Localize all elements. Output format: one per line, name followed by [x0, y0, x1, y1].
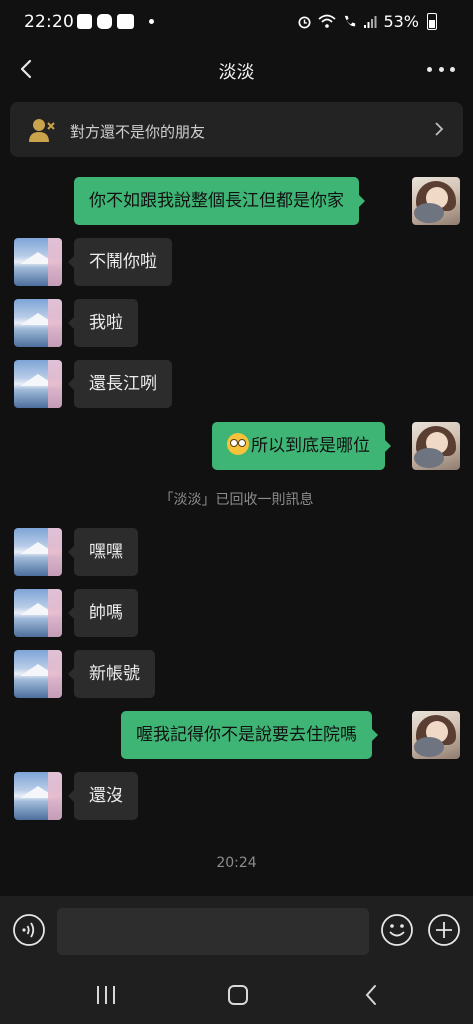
signal-icon [364, 15, 377, 28]
my-avatar[interactable] [412, 711, 460, 759]
chat-title: 淡淡 [218, 62, 255, 83]
message-bubble-incoming[interactable]: 還沒 [68, 772, 138, 820]
plus-icon[interactable] [427, 913, 461, 947]
recall-notice: 「淡淡」已回收一則訊息 [159, 492, 314, 508]
status-right: 53% [297, 12, 437, 31]
gallery-icon [77, 14, 92, 29]
status-time: 22:20 [24, 12, 74, 32]
system-back-icon[interactable] [358, 982, 386, 1008]
chevron-right-icon [435, 122, 444, 136]
contact-avatar[interactable] [14, 528, 62, 576]
contact-avatar[interactable] [14, 238, 62, 286]
alarm-icon [298, 16, 311, 29]
home-icon[interactable] [224, 982, 252, 1008]
more-notifications-dot-icon [149, 19, 154, 24]
add-contact-icon [29, 119, 55, 142]
contact-avatar[interactable] [14, 360, 62, 408]
status-bar: 22:20 53% [0, 0, 473, 46]
wifi-call-icon [345, 15, 356, 27]
message-bubble-outgoing[interactable]: 所以到底是哪位 [212, 422, 391, 470]
my-avatar[interactable] [412, 177, 460, 225]
not-friend-banner[interactable]: 對方還不是你的朋友 [10, 102, 463, 157]
contact-avatar[interactable] [14, 650, 62, 698]
my-avatar[interactable] [412, 422, 460, 470]
recent-apps-icon[interactable] [92, 982, 120, 1008]
contact-avatar[interactable] [14, 299, 62, 347]
contact-avatar[interactable] [14, 772, 62, 820]
battery-percent: 53% [383, 12, 419, 31]
wifi-icon [318, 14, 337, 28]
notification-icons [77, 14, 154, 29]
message-bubble-incoming[interactable]: 我啦 [68, 299, 138, 347]
input-bar [0, 896, 473, 970]
more-options-icon[interactable] [427, 56, 455, 82]
voice-input-icon[interactable] [12, 913, 46, 947]
message-input[interactable] [57, 908, 369, 955]
message-bubble-incoming[interactable]: 不鬧你啦 [68, 238, 172, 286]
message-bubble-outgoing[interactable]: 你不如跟我說整個長江但都是你家 [74, 177, 365, 225]
message-bubble-outgoing[interactable]: 喔我記得你不是說要去住院嗎 [121, 711, 378, 759]
message-bubble-incoming[interactable]: 嘿嘿 [68, 528, 138, 576]
system-navigation-bar [0, 970, 473, 1024]
message-bubble-incoming[interactable]: 帥嗎 [68, 589, 138, 637]
banner-text: 對方還不是你的朋友 [70, 123, 206, 141]
battery-icon [427, 13, 437, 30]
flushed-face-emoji-icon [227, 433, 249, 455]
message-bubble-incoming[interactable]: 還長江咧 [68, 360, 172, 408]
emoji-icon[interactable] [380, 913, 414, 947]
webtoon-icon [117, 14, 134, 29]
line-app-icon [97, 14, 112, 29]
contact-avatar[interactable] [14, 589, 62, 637]
message-text: 所以到底是哪位 [251, 436, 370, 456]
message-timestamp: 20:24 [216, 855, 257, 871]
message-bubble-incoming[interactable]: 新帳號 [68, 650, 155, 698]
chat-header: 淡淡 [0, 46, 473, 92]
